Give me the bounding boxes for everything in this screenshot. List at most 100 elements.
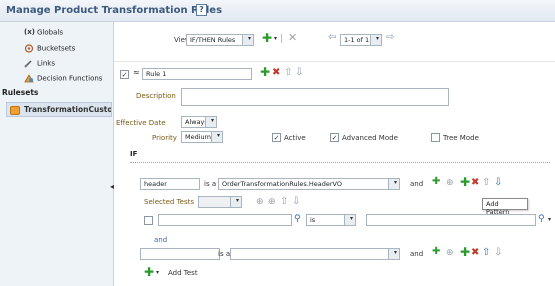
add-rule-menu-icon[interactable]: ▾ [274,34,277,44]
ruleset-label: TransformationCusto [24,105,112,114]
toolbar: View IF/THEN Rules ▾ ✚ ▾ | ✕ ⇦ 1-1 of 1 ▾ … [114,22,555,62]
description-input[interactable] [181,88,449,106]
tree-mode-checkbox[interactable] [431,133,440,142]
move-down-icon[interactable]: ⇩ [295,68,303,78]
pattern-type-value: OrderTransformationRules.HeaderVO [222,180,342,188]
move-up-icon[interactable]: ⇧ [284,68,292,78]
add-test-icon[interactable]: ✚ [432,177,440,187]
add-nested-test-icon[interactable]: ⊕ [268,197,276,207]
add-nested-test-icon[interactable]: ⊕ [446,178,454,188]
active-checkbox[interactable]: ✓ [272,133,281,142]
move-up-icon[interactable]: ⇧ [280,197,288,207]
move-down-icon[interactable]: ⇩ [494,178,502,188]
page-header: Manage Product Transformation Rules ? [0,0,555,22]
test-checkbox[interactable] [144,216,153,225]
view-select[interactable]: IF/THEN Rules ▾ [186,34,254,46]
add-pattern-icon[interactable]: ✚ [460,176,470,188]
page-title: Manage Product Transformation Rules [6,5,223,16]
test-row: ⚲ is ▾ ⚲ ▾ [130,214,554,228]
priority-label: Priority [152,134,177,142]
add-icon[interactable]: ✚ [144,266,154,278]
divider [130,162,550,163]
rulesets-heading: Rulesets [2,88,39,97]
operator-select[interactable]: is ▾ [306,214,356,226]
and-label: and [410,180,424,188]
help-icon[interactable]: ? [196,4,207,16]
view-select-value: IF/THEN Rules [190,36,236,44]
pattern-variable-input[interactable]: header [140,178,200,190]
advanced-mode-label: Advanced Mode [342,134,398,142]
move-up-icon[interactable]: ⇧ [482,178,490,188]
pattern-type-select[interactable]: OrderTransformationRules.HeaderVO ▾ [218,178,400,190]
add-icon[interactable]: ✚ [260,66,270,78]
pager-select[interactable]: 1-1 of 1 ▾ [340,34,382,46]
if-label: IF [130,150,138,158]
selected-tests-label: Selected Tests [144,198,195,206]
next-icon[interactable]: ⇨ [386,33,394,43]
pager-value: 1-1 of 1 [344,36,370,44]
priority-select[interactable]: Medium ▾ [181,131,223,143]
chevron-down-icon[interactable]: ▾ [548,215,551,225]
search-icon[interactable]: ⚲ [538,214,545,224]
chevron-down-icon[interactable]: ▾ [156,268,159,278]
left-pane: (x) Globals Bucketsets Links Decision Fun… [0,22,114,286]
delete-pattern-icon[interactable]: ✖ [471,248,479,258]
bucketsets-icon [24,44,34,53]
sidebar-item-globals[interactable]: (x) Globals [24,28,63,39]
chevron-down-icon: ▾ [375,35,379,42]
right-operand-input[interactable] [366,214,536,226]
delete-icon[interactable]: ✖ [272,68,280,78]
chevron-down-icon: ▾ [235,197,239,204]
previous-icon[interactable]: ⇦ [328,33,336,43]
ruleset-item[interactable]: TransformationCusto [6,102,112,117]
chevron-down-icon: ▾ [247,35,251,42]
pattern-variable-input[interactable] [140,248,220,260]
and-connector-link[interactable]: and [154,236,167,244]
add-test-icon[interactable]: ⊕ [256,197,264,207]
is-a-label: is a [218,250,231,258]
sidebar-item-label: Globals [37,28,63,37]
search-icon[interactable]: ⚲ [294,214,301,224]
delete-pattern-icon[interactable]: ✖ [471,178,479,188]
tree-mode-label: Tree Mode [443,134,479,142]
decision-functions-icon [24,74,34,83]
add-rule-icon[interactable]: ✚ [262,32,272,44]
effective-date-value: Always [185,118,208,126]
effective-date-label: Effective Date [116,119,166,127]
rule-select-checkbox[interactable]: ✓ [120,70,129,79]
divider-icon: | [280,34,284,44]
add-test-icon[interactable]: ✚ [432,247,440,257]
selected-tests-select[interactable]: ▾ [198,196,242,208]
sidebar-item-links[interactable]: Links [24,59,55,70]
operator-value: is [310,216,316,224]
add-pattern-icon[interactable]: ✚ [460,246,470,258]
ruleset-icon [10,105,20,115]
rule-header: ✓ ≈ Rule 1 ✚ ✖ ⇧ ⇩ [120,66,550,82]
move-up-icon[interactable]: ⇧ [482,248,490,258]
move-down-icon[interactable]: ⇩ [292,197,300,207]
sidebar-item-label: Decision Functions [37,74,103,83]
tooltip: Add Pattern [482,198,528,216]
advanced-mode-checkbox[interactable]: ✓ [330,133,339,142]
effective-date-select[interactable]: Always ▾ [181,116,217,128]
chevron-down-icon: ▾ [393,249,397,256]
collapse-icon[interactable]: ≈ [133,68,140,78]
delete-rule-icon[interactable]: ✕ [288,32,297,43]
rule-editor: View IF/THEN Rules ▾ ✚ ▾ | ✕ ⇦ 1-1 of 1 ▾ … [114,22,555,286]
pattern-row: is a ▾ and ✚ ⊕ ✚ ✖ ⇧ ⇩ [130,246,550,262]
chevron-down-icon: ▾ [216,132,220,139]
sidebar-item-decision-functions[interactable]: Decision Functions [24,74,102,85]
pattern-row: header is a OrderTransformationRules.Hea… [130,176,550,192]
priority-value: Medium [185,133,211,141]
links-icon [24,59,34,68]
rule-name-input[interactable]: Rule 1 [142,68,252,80]
chevron-down-icon: ▾ [393,179,397,186]
add-test-label[interactable]: Add Test [168,269,198,277]
description-label: Description [136,92,176,100]
and-label: and [410,250,424,258]
left-operand-input[interactable] [158,214,292,226]
add-nested-test-icon[interactable]: ⊕ [446,248,454,258]
move-down-icon[interactable]: ⇩ [494,248,502,258]
pattern-type-select[interactable]: ▾ [230,248,400,260]
sidebar-item-bucketsets[interactable]: Bucketsets [24,44,75,55]
